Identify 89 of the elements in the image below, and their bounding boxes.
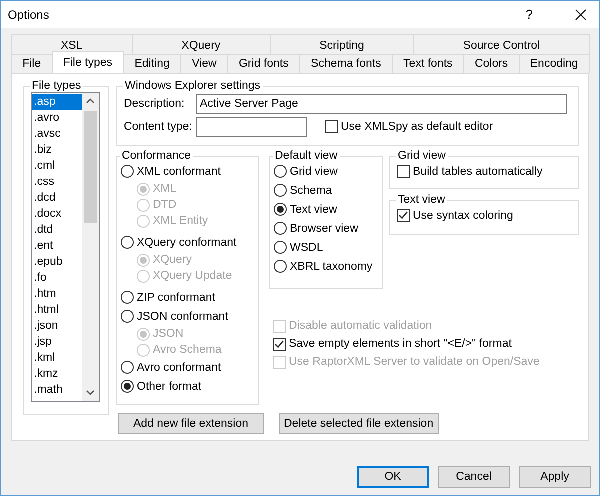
list-item[interactable]: .ent xyxy=(32,238,82,254)
list-item[interactable]: .fo xyxy=(32,270,82,286)
radio-label: Text view xyxy=(290,204,338,216)
radio-label: XBRL taxonomy xyxy=(290,260,373,272)
close-icon[interactable] xyxy=(575,8,587,20)
tab[interactable]: File types xyxy=(52,51,124,73)
list-item[interactable]: .kmz xyxy=(32,366,82,382)
list-item[interactable]: .jsp xyxy=(32,334,82,350)
radio-button[interactable] xyxy=(121,236,134,249)
description-field[interactable]: Active Server Page xyxy=(196,94,567,114)
list-item[interactable]: .kml xyxy=(32,350,82,366)
list-item[interactable]: .css xyxy=(32,174,82,190)
radio-label: Browser view xyxy=(290,222,358,234)
radio-button[interactable] xyxy=(274,184,287,197)
action-button[interactable]: Add new file extension xyxy=(118,413,264,434)
radio-label: XQuery Update xyxy=(153,270,232,282)
list-item[interactable]: .htm xyxy=(32,286,82,302)
list-item[interactable]: .html xyxy=(32,302,82,318)
radio-button[interactable] xyxy=(274,165,287,178)
radio-button[interactable] xyxy=(121,310,134,323)
tab[interactable]: XQuery xyxy=(132,34,271,54)
help-button[interactable]: ? xyxy=(522,7,537,22)
dialog-button[interactable]: OK xyxy=(357,466,429,488)
checkbox[interactable] xyxy=(273,338,286,350)
checkbox-label: Save empty elements in short "<E/>" format xyxy=(289,338,512,350)
scrollbar[interactable] xyxy=(82,93,99,401)
checkbox-label: Use RaptorXML Server to validate on Open/Save xyxy=(289,356,540,368)
group-title: Text view xyxy=(397,194,446,206)
window-title: Options xyxy=(8,8,50,22)
content-type-field[interactable] xyxy=(196,116,307,136)
action-button[interactable]: Delete selected file extension xyxy=(279,413,439,434)
list-item[interactable]: .json xyxy=(32,318,82,334)
list-item[interactable]: .cml xyxy=(32,158,82,174)
checkbox-label: Build tables automatically xyxy=(413,166,543,178)
radio-label: Schema xyxy=(290,184,332,196)
group-title: Default view xyxy=(274,150,339,162)
scroll-down-icon[interactable] xyxy=(86,390,95,396)
list-item[interactable]: .avsc xyxy=(32,126,82,142)
list-item[interactable]: .avro xyxy=(32,110,82,126)
radio-label: Grid view xyxy=(290,166,338,178)
radio-label: XML Entity xyxy=(153,215,208,227)
group-title: File types xyxy=(31,80,82,92)
group-title: Windows Explorer settings xyxy=(124,80,262,92)
checkbox-label: Use XMLSpy as default editor xyxy=(341,120,494,132)
checkbox[interactable] xyxy=(397,209,410,222)
radio-label: XQuery conformant xyxy=(137,236,237,248)
dialog-button[interactable]: Cancel xyxy=(438,466,510,488)
list-item[interactable]: .dtd xyxy=(32,222,82,238)
checkbox-label: Use syntax coloring xyxy=(413,210,514,222)
radio-button[interactable] xyxy=(121,380,134,393)
checkbox[interactable] xyxy=(397,165,410,178)
radio-label: DTD xyxy=(153,199,177,211)
radio-label: XML xyxy=(153,183,177,195)
tab[interactable]: Encoding xyxy=(518,54,590,73)
tab[interactable]: Scripting xyxy=(270,34,414,54)
radio-label: ZIP conformant xyxy=(137,292,216,304)
radio-button[interactable] xyxy=(274,222,287,235)
dialog-button[interactable]: Apply xyxy=(519,466,591,488)
list-item[interactable]: .epub xyxy=(32,254,82,270)
radio-label: Other format xyxy=(137,380,202,392)
radio-label: JSON conformant xyxy=(137,310,228,322)
radio-label: WSDL xyxy=(290,242,324,254)
radio-label: Avro conformant xyxy=(137,362,222,374)
checkbox[interactable] xyxy=(325,120,338,133)
group-title: Grid view xyxy=(397,150,447,162)
tab[interactable]: File xyxy=(11,54,53,73)
scroll-thumb[interactable] xyxy=(84,111,97,223)
radio-button[interactable] xyxy=(121,291,134,304)
radio-label: XQuery xyxy=(153,254,192,266)
list-item[interactable]: .asp xyxy=(32,94,82,110)
radio-button[interactable] xyxy=(274,260,287,273)
radio-label: JSON xyxy=(153,328,184,340)
tab[interactable]: Source Control xyxy=(413,34,590,54)
radio-button[interactable] xyxy=(274,241,287,254)
radio-button[interactable] xyxy=(121,165,134,178)
radio-label: XML conformant xyxy=(137,166,221,178)
list-item[interactable]: .dcd xyxy=(32,190,82,206)
list-item[interactable]: .math xyxy=(32,382,82,398)
field-label: Content type: xyxy=(124,120,194,132)
radio-button[interactable] xyxy=(121,361,134,374)
tab[interactable]: XSL xyxy=(11,34,133,54)
scroll-up-icon[interactable] xyxy=(86,98,95,104)
group-title: Conformance xyxy=(121,150,192,162)
radio-label: Avro Schema xyxy=(153,344,222,356)
field-label: Description: xyxy=(124,98,186,110)
checkbox-label: Disable automatic validation xyxy=(289,320,432,332)
list-item[interactable]: .docx xyxy=(32,206,82,222)
list-item[interactable]: .biz xyxy=(32,142,82,158)
radio-button[interactable] xyxy=(274,203,287,216)
